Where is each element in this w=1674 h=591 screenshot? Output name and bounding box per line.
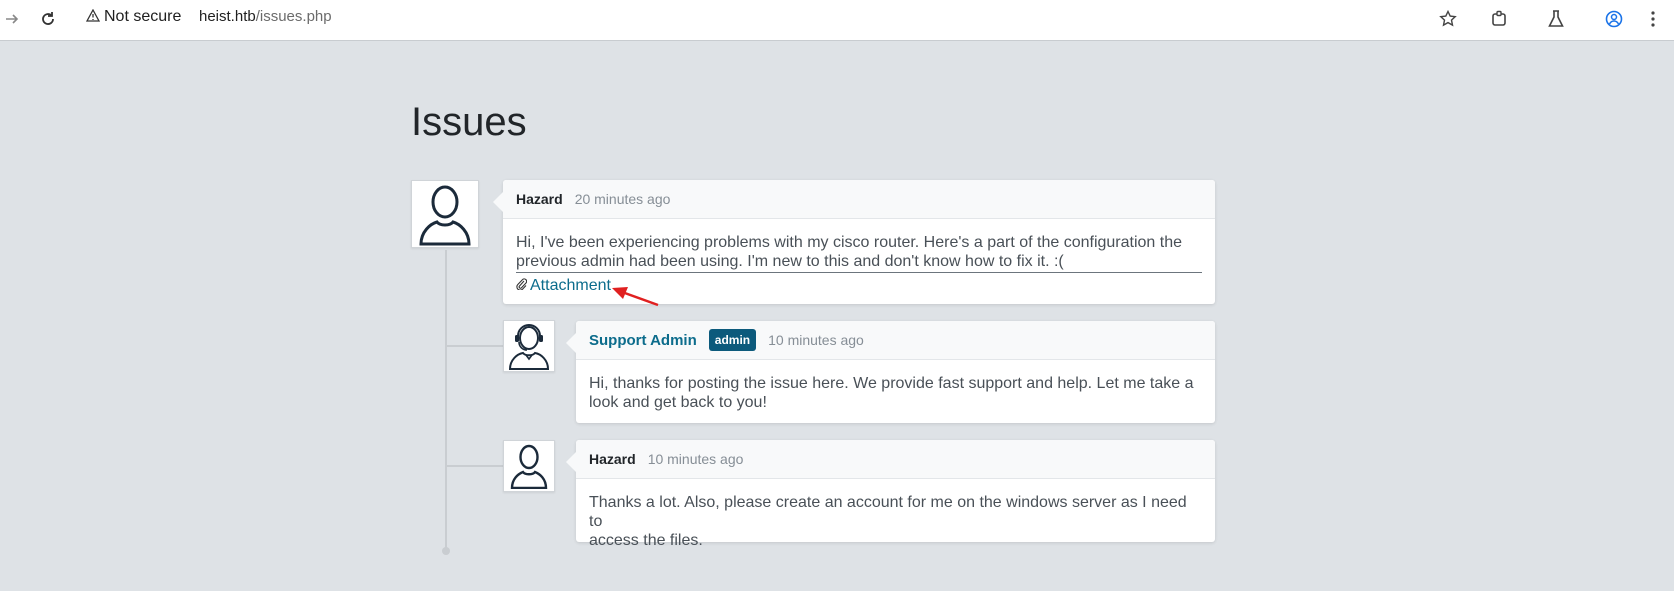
forward-icon[interactable] — [0, 7, 24, 31]
author-name[interactable]: Hazard — [516, 191, 563, 207]
security-label: Not secure — [104, 8, 182, 25]
timeline-branch — [446, 465, 504, 467]
comment-text-line: Thanks a lot. Also, please create an acc… — [589, 494, 1187, 530]
author-name[interactable]: Hazard — [589, 451, 636, 467]
avatar — [411, 180, 479, 248]
comment-text-line: Hi, thanks for posting the issue here. W… — [589, 375, 1194, 392]
extensions-icon[interactable] — [1488, 7, 1512, 31]
comment-header: Support Admin admin 10 minutes ago — [576, 321, 1215, 360]
url-text[interactable]: heist.htb/issues.php — [199, 8, 332, 25]
url-path: /issues.php — [255, 8, 332, 25]
comment-time: 10 minutes ago — [768, 332, 864, 348]
url-host: heist.htb — [199, 8, 256, 25]
security-indicator[interactable]: Not secure — [85, 8, 182, 26]
comment-header: Hazard 10 minutes ago — [576, 440, 1215, 479]
user-icon — [510, 444, 548, 489]
browser-toolbar: Not secure heist.htb/issues.php — [0, 0, 1674, 41]
comment-text-line: Hi, I've been experiencing problems with… — [516, 234, 1182, 251]
warning-icon — [85, 8, 101, 26]
comment-time: 20 minutes ago — [574, 191, 671, 207]
reply-card: Hazard 10 minutes ago Thanks a lot. Also… — [566, 440, 1215, 549]
comment-text-line: access the files. — [589, 532, 703, 549]
user-icon — [419, 185, 471, 246]
reply-card: Support Admin admin 10 minutes ago Hi, t… — [566, 321, 1215, 423]
bookmark-star-icon[interactable] — [1436, 7, 1460, 31]
comment-text-line: look and get back to you! — [589, 394, 767, 411]
comment-time: 10 minutes ago — [647, 451, 744, 467]
comment-text-line: previous admin had been using. I'm new t… — [516, 253, 1064, 270]
attachment-link[interactable]: Attachment — [530, 276, 611, 295]
author-name[interactable]: Support Admin — [589, 332, 697, 349]
avatar — [503, 440, 555, 492]
address-bar[interactable]: Not secure heist.htb/issues.php — [76, 3, 1471, 35]
comment-body: Hi, thanks for posting the issue here. W… — [576, 360, 1215, 412]
paperclip-icon — [516, 276, 528, 295]
support-agent-icon — [508, 324, 550, 370]
timeline-line — [445, 250, 447, 550]
page-title: Issues — [411, 100, 527, 144]
annotation-arrow — [612, 287, 659, 307]
labs-flask-icon[interactable] — [1544, 7, 1568, 31]
comment-body: Hi, I've been experiencing problems with… — [503, 219, 1215, 295]
text-divider — [516, 272, 1202, 273]
admin-badge: admin — [708, 329, 757, 351]
profile-icon[interactable] — [1602, 7, 1626, 31]
comment-header: Hazard 20 minutes ago — [503, 180, 1215, 219]
reload-icon[interactable] — [36, 7, 60, 31]
menu-kebab-icon[interactable] — [1641, 7, 1665, 31]
timeline-branch — [446, 345, 504, 347]
timeline-end-dot — [442, 547, 450, 555]
avatar — [503, 320, 555, 372]
comment-body: Thanks a lot. Also, please create an acc… — [576, 479, 1215, 550]
